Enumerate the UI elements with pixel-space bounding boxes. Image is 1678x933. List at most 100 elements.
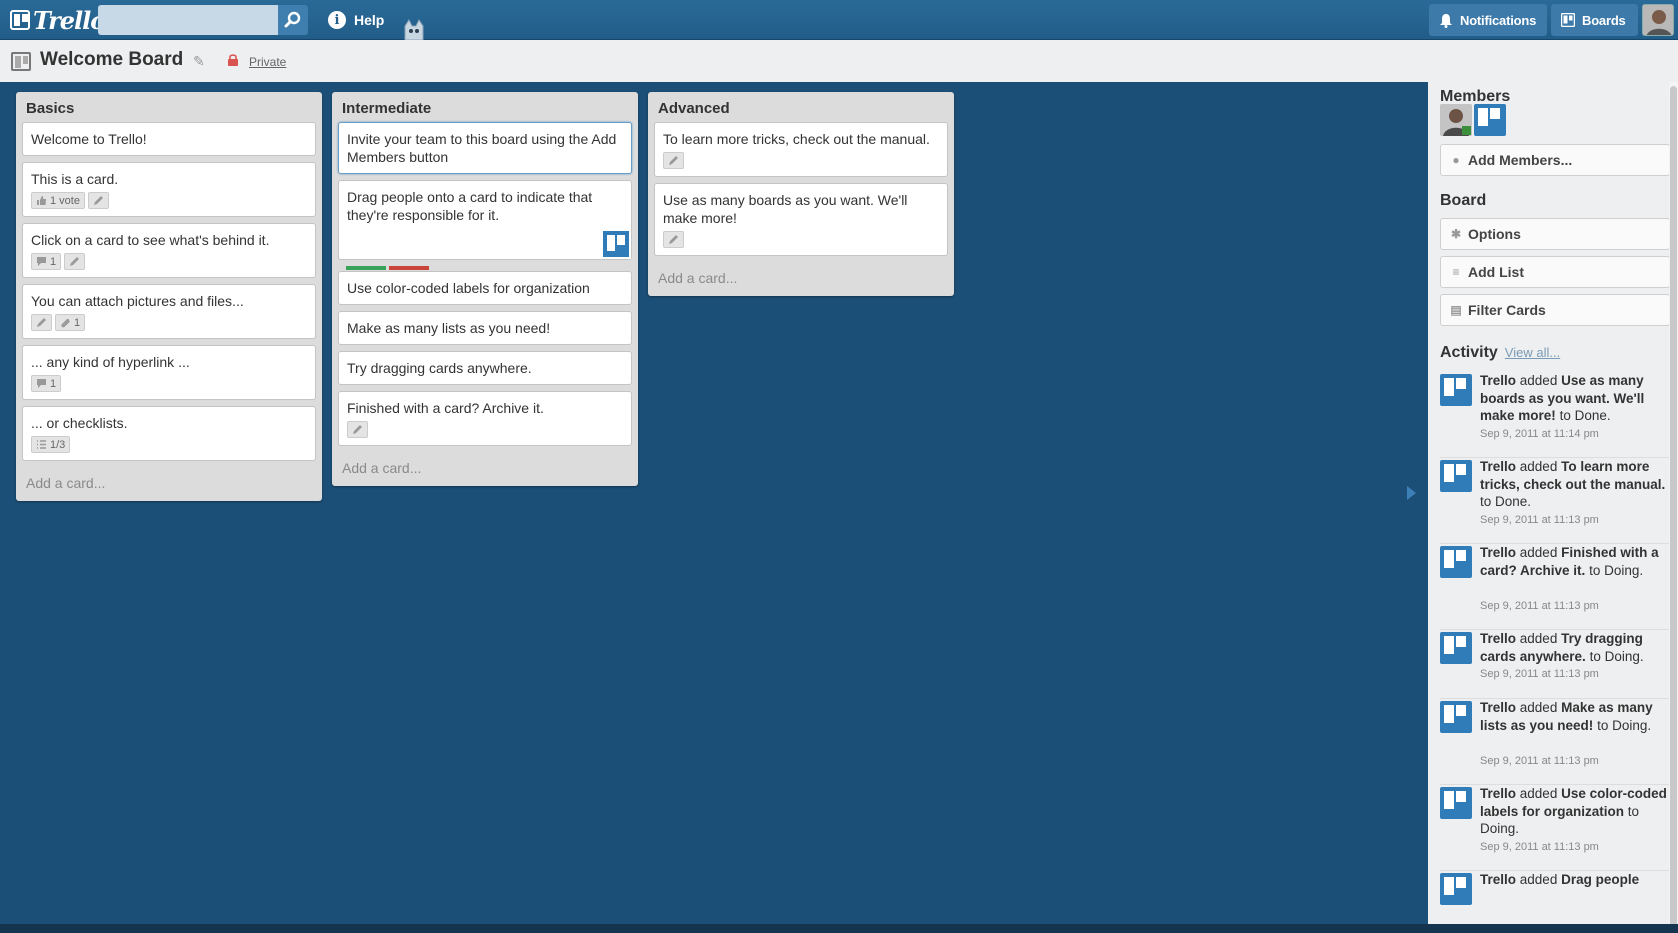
logo-text: Trello [33, 5, 106, 35]
label-green [346, 266, 386, 270]
card[interactable]: Click on a card to see what's behind it.… [22, 223, 316, 278]
member-avatar-trello[interactable] [1474, 104, 1506, 136]
comment-count: 1 [50, 377, 57, 390]
user-photo-icon [1440, 104, 1472, 136]
privacy-link[interactable]: Private [249, 55, 286, 69]
card[interactable]: ... or checklists. 1/3 [22, 406, 316, 461]
activity-item: Trello added Use color-coded labels for … [1440, 785, 1670, 871]
card[interactable]: Use color-coded labels for organization [338, 271, 632, 305]
activity-dest: to Doing. [1589, 648, 1644, 664]
list-title[interactable]: Intermediate [338, 98, 632, 122]
comment-count: 1 [50, 255, 57, 268]
activity-actor[interactable]: Trello [1480, 700, 1516, 715]
card[interactable]: To learn more tricks, check out the manu… [654, 122, 948, 177]
activity-time: Sep 9, 2011 at 11:14 pm [1480, 428, 1599, 440]
search-input[interactable] [98, 5, 278, 35]
activity-item: Trello added To learn more tricks, check… [1440, 458, 1670, 544]
trello-avatar-icon[interactable] [1440, 873, 1472, 905]
card-title: Click on a card to see what's behind it. [31, 232, 270, 248]
trello-logo-icon [10, 10, 30, 30]
card[interactable]: This is a card. 1 vote [22, 162, 316, 217]
card-title: ... any kind of hyperlink ... [31, 354, 190, 370]
activity-heading: Activity [1440, 344, 1498, 361]
card[interactable]: Try dragging cards anywhere. [338, 351, 632, 385]
add-card-link[interactable]: Add a card... [654, 262, 948, 290]
activity-actor[interactable]: Trello [1480, 373, 1516, 388]
trello-avatar-icon[interactable] [1440, 787, 1472, 819]
activity-actor[interactable]: Trello [1480, 545, 1516, 560]
card[interactable]: Make as many lists as you need! [338, 311, 632, 345]
activity-dest: to Doing. [1589, 562, 1644, 578]
trello-avatar-icon[interactable] [1440, 701, 1472, 733]
list-basics: Basics Welcome to Trello! This is a card… [16, 92, 322, 501]
add-card-link[interactable]: Add a card... [338, 452, 632, 480]
board-title[interactable]: Welcome Board [40, 49, 183, 71]
list-title[interactable]: Advanced [654, 98, 948, 122]
edit-pencil-icon[interactable]: ✎ [193, 53, 205, 70]
help-label: Help [354, 12, 385, 28]
activity-actor[interactable]: Trello [1480, 872, 1516, 887]
filter-cards-button[interactable]: ▤ Filter Cards [1440, 294, 1670, 326]
options-button[interactable]: ✱ Options [1440, 218, 1670, 250]
top-header: Trello i Help Notifications Boards [0, 0, 1678, 40]
activity-actor[interactable]: Trello [1480, 459, 1516, 474]
card-title: This is a card. [31, 171, 119, 187]
activity-actor[interactable]: Trello [1480, 631, 1516, 646]
card[interactable]: Finished with a card? Archive it. [338, 391, 632, 446]
activity-header: Activity View all... [1440, 344, 1560, 362]
add-list-button[interactable]: ≡ Add List [1440, 256, 1670, 288]
notifications-button[interactable]: Notifications [1429, 4, 1547, 36]
options-label: Options [1468, 226, 1521, 242]
card-title: Welcome to Trello! [31, 131, 147, 147]
card[interactable]: Welcome to Trello! [22, 122, 316, 156]
card[interactable]: Use as many boards as you want. We'll ma… [654, 183, 948, 256]
card[interactable]: Drag people onto a card to indicate that… [338, 180, 632, 260]
card-title: ... or checklists. [31, 415, 128, 431]
activity-card[interactable]: Drag people [1561, 872, 1639, 887]
window-bottom-edge [0, 924, 1678, 933]
list-title[interactable]: Basics [22, 98, 316, 122]
board-heading: Board [1440, 192, 1487, 209]
trello-avatar-icon[interactable] [1440, 460, 1472, 492]
trello-logo[interactable]: Trello [10, 5, 106, 35]
paperclip-icon [61, 318, 70, 328]
filter-cards-label: Filter Cards [1468, 302, 1546, 318]
pencil-icon [353, 425, 362, 434]
card-title: Invite your team to this board using the… [347, 131, 617, 165]
search-icon [284, 11, 301, 28]
trello-avatar-icon[interactable] [1440, 374, 1472, 406]
trello-avatar-icon[interactable] [1440, 632, 1472, 664]
search-button[interactable] [278, 5, 308, 35]
vote-badge: 1 vote [31, 192, 85, 209]
sidebar-scrollbar[interactable] [1669, 82, 1678, 933]
card-member-avatar[interactable] [601, 229, 631, 259]
member-avatar-user[interactable] [1440, 104, 1472, 136]
scrollbar-thumb[interactable] [1670, 86, 1677, 926]
trello-avatar-icon[interactable] [1440, 546, 1472, 578]
add-members-button[interactable]: ● Add Members... [1440, 144, 1670, 176]
pencil-icon [669, 156, 678, 165]
list-intermediate: Intermediate Invite your team to this bo… [332, 92, 638, 486]
activity-verb: added [1519, 700, 1558, 715]
notifications-label: Notifications [1460, 12, 1537, 28]
activity-time: Sep 9, 2011 at 11:13 pm [1480, 514, 1599, 526]
boards-button[interactable]: Boards [1551, 4, 1638, 36]
filter-icon: ▤ [1450, 303, 1462, 317]
help-link[interactable]: i Help [328, 8, 384, 32]
description-badge [87, 192, 109, 209]
view-all-link[interactable]: View all... [1505, 345, 1560, 360]
card[interactable]: You can attach pictures and files... 1 [22, 284, 316, 339]
add-card-link[interactable]: Add a card... [22, 467, 316, 495]
description-badge [64, 253, 86, 270]
activity-verb: added [1519, 459, 1558, 474]
card[interactable]: ... any kind of hyperlink ... 1 [22, 345, 316, 400]
activity-verb: added [1519, 373, 1558, 388]
card-title: Use color-coded labels for organization [347, 280, 590, 296]
card[interactable]: Invite your team to this board using the… [338, 122, 632, 174]
user-avatar[interactable] [1642, 4, 1674, 36]
activity-actor[interactable]: Trello [1480, 786, 1516, 801]
comment-badge: 1 [31, 375, 62, 392]
activity-time: Sep 9, 2011 at 11:13 pm [1480, 755, 1599, 767]
activity-time: Sep 9, 2011 at 11:13 pm [1480, 841, 1599, 853]
scroll-right-arrow-icon[interactable] [1407, 486, 1416, 500]
